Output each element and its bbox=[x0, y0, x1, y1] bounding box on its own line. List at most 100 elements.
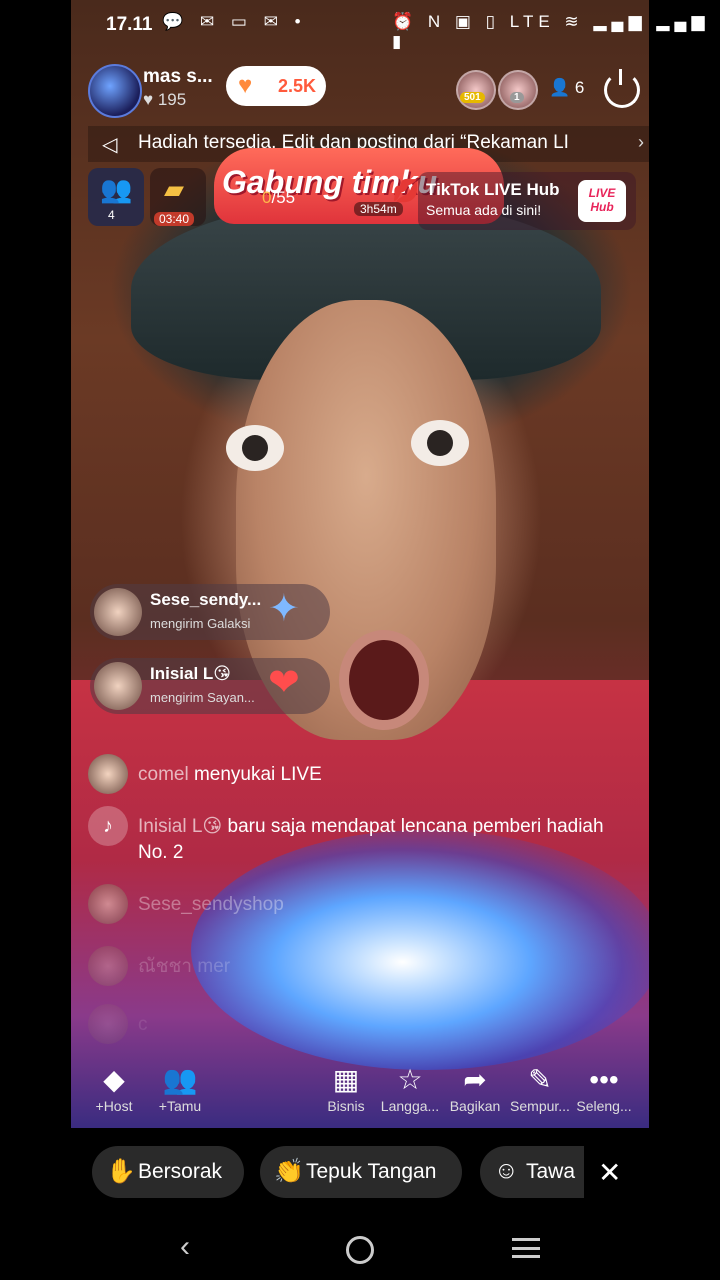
sender-avatar bbox=[94, 662, 142, 710]
chat-username: Inisial L😘 bbox=[138, 816, 223, 837]
chat-message[interactable]: Sese_sendyshop bbox=[88, 884, 628, 928]
gift-notification[interactable]: Sese_sendy... mengirim Galaksi ✦ bbox=[90, 584, 330, 640]
chevron-right-icon[interactable]: › bbox=[638, 132, 644, 153]
business-label: Bisnis bbox=[327, 1098, 365, 1114]
cheer-icon: ✋ bbox=[106, 1158, 136, 1185]
viewer-count[interactable]: 👤 6 bbox=[549, 78, 584, 98]
gift-sender-name: Inisial L😘 bbox=[150, 664, 232, 683]
chat-text: Inisial L😘 baru saja mendapat lencana pe… bbox=[138, 814, 618, 866]
video-eye-left bbox=[226, 425, 284, 471]
tiktok-logo-icon: ♪ bbox=[88, 806, 128, 846]
team-button[interactable]: 👥 4 bbox=[88, 168, 144, 226]
chat-avatar bbox=[88, 884, 128, 924]
treasure-box-button[interactable]: ▰ 03:40 bbox=[150, 168, 206, 226]
lips-icon: 💋 bbox=[392, 178, 420, 203]
chat-avatar bbox=[88, 754, 128, 794]
gift-description: mengirim Sayan... bbox=[150, 690, 255, 705]
magic-wand-icon: ✎ bbox=[528, 1064, 552, 1095]
host-avatar[interactable] bbox=[88, 64, 142, 118]
guest-icon: 👥 bbox=[162, 1064, 198, 1095]
top-viewer-badge-2: 1 bbox=[510, 92, 524, 103]
add-host-button[interactable]: ◆ +Host bbox=[79, 1062, 149, 1114]
chat-text: c bbox=[138, 1012, 148, 1038]
chat-text: comel menyukai LIVE bbox=[138, 762, 322, 788]
recents-menu-icon[interactable] bbox=[512, 1238, 540, 1258]
treasure-timer: 03:40 bbox=[154, 212, 195, 226]
top-viewer-avatar-1[interactable] bbox=[456, 70, 496, 110]
megaphone-icon: ◁ bbox=[102, 134, 118, 156]
gift-notification[interactable]: Inisial L😘 mengirim Sayan... ❤ bbox=[90, 658, 330, 714]
banner-timer: 3h54m bbox=[354, 202, 403, 216]
host-icon: ◆ bbox=[103, 1064, 125, 1095]
system-status-icons: ⏰ N ▣ ▯ LTE ≋ ▂▄▆ ▂▄▆ ▮ bbox=[392, 12, 710, 51]
notification-icons: 💬 ✉ ▭ ✉ • bbox=[162, 12, 307, 31]
heart-gift-icon: ❤ bbox=[268, 662, 300, 704]
team-count: 4 bbox=[108, 208, 115, 222]
chat-username: comel bbox=[138, 764, 189, 785]
gift-description: mengirim Galaksi bbox=[150, 616, 251, 631]
clap-icon: 👏 bbox=[274, 1158, 304, 1185]
treasure-chest-icon: ▰ bbox=[164, 174, 184, 204]
chat-message[interactable]: ♪ Inisial L😘 baru saja mendapat lencana … bbox=[88, 806, 628, 866]
enhance-button[interactable]: ✎ Sempur... bbox=[505, 1062, 575, 1114]
video-mouth bbox=[339, 630, 429, 730]
business-button[interactable]: ▦ Bisnis bbox=[311, 1062, 381, 1114]
sender-avatar bbox=[94, 588, 142, 636]
shop-icon: ▦ bbox=[332, 1064, 360, 1095]
chat-message[interactable]: c bbox=[88, 1004, 628, 1048]
subscribe-label: Langga... bbox=[380, 1098, 440, 1114]
share-arrow-icon: ➦ bbox=[463, 1064, 487, 1095]
add-host-label: +Host bbox=[95, 1098, 133, 1114]
chat-avatar bbox=[88, 946, 128, 986]
galaxy-gift-icon: ✦ bbox=[268, 588, 300, 630]
chat-message[interactable]: ณัชชา mer bbox=[88, 946, 628, 990]
laugh-label: Tawa bbox=[526, 1160, 576, 1183]
quick-reactions: ✋ Bersorak 👏 Tepuk Tangan ☺ Tawa ✕ bbox=[0, 1146, 720, 1202]
enhance-label: Sempur... bbox=[510, 1098, 570, 1114]
video-eye-right bbox=[411, 420, 469, 466]
hub-subtitle: Semua ada di sini! bbox=[426, 202, 542, 218]
cheer-button[interactable]: ✋ Bersorak bbox=[92, 1146, 244, 1198]
add-guest-button[interactable]: 👥 +Tamu bbox=[145, 1062, 215, 1114]
share-button[interactable]: ➦ Bagikan bbox=[440, 1062, 510, 1114]
more-label: Seleng... bbox=[576, 1098, 632, 1114]
laugh-button[interactable]: ☺ Tawa bbox=[480, 1146, 584, 1198]
home-icon[interactable] bbox=[346, 1236, 374, 1264]
clap-label: Tepuk Tangan bbox=[306, 1160, 437, 1183]
live-hub-button[interactable]: TikTok LIVE Hub Semua ada di sini! LIVE … bbox=[418, 172, 636, 230]
status-bar: 17.11 💬 ✉ ▭ ✉ • ⏰ N ▣ ▯ LTE ≋ ▂▄▆ ▂▄▆ ▮ bbox=[0, 0, 720, 51]
system-nav-bar: ‹ bbox=[0, 1222, 720, 1280]
top-viewer-badge-1: 501 bbox=[460, 92, 485, 103]
host-info[interactable]: mas s... ♥ 195 bbox=[88, 64, 228, 118]
share-label: Bagikan bbox=[449, 1098, 501, 1114]
like-count: 2.5K bbox=[278, 76, 317, 96]
close-icon[interactable]: ✕ bbox=[598, 1156, 621, 1189]
team-icon: 👥 bbox=[100, 174, 133, 204]
viewer-count-value: 6 bbox=[574, 78, 585, 97]
hub-title: TikTok LIVE Hub bbox=[426, 180, 560, 199]
banner-progress-total: /55 bbox=[271, 188, 296, 207]
host-likes: ♥ 195 bbox=[143, 90, 187, 109]
host-likes-value: 195 bbox=[157, 90, 187, 109]
live-hub-logo-icon: LIVE Hub bbox=[578, 180, 626, 222]
chat-message[interactable]: comel menyukai LIVE bbox=[88, 754, 628, 798]
like-count-button[interactable]: ♥ 2.5K bbox=[226, 66, 326, 106]
subscribe-button[interactable]: ☆ Langga... bbox=[375, 1062, 445, 1114]
chat-text: ณัชชา mer bbox=[138, 954, 230, 980]
heart-icon: ♥ bbox=[238, 72, 253, 99]
power-icon[interactable] bbox=[604, 69, 640, 108]
gift-sender-name: Sese_sendy... bbox=[150, 590, 262, 609]
chat-text: Sese_sendyshop bbox=[138, 892, 284, 918]
status-time: 17.11 bbox=[106, 14, 153, 35]
chat-username: Sese_sendyshop bbox=[138, 894, 284, 915]
back-icon[interactable]: ‹ bbox=[180, 1230, 190, 1264]
banner-progress: 0/55 bbox=[262, 188, 295, 208]
more-button[interactable]: ••• Seleng... bbox=[569, 1062, 639, 1114]
chat-content: menyukai LIVE bbox=[188, 764, 322, 785]
star-icon: ☆ bbox=[397, 1064, 423, 1095]
chat-username: c bbox=[138, 1014, 148, 1035]
top-viewer-avatar-2[interactable] bbox=[498, 70, 538, 110]
live-toolbar: ◆ +Host 👥 +Tamu ▦ Bisnis ☆ Langga... ➦ B… bbox=[71, 1062, 649, 1124]
add-guest-label: +Tamu bbox=[158, 1098, 202, 1114]
clap-button[interactable]: 👏 Tepuk Tangan bbox=[260, 1146, 462, 1198]
